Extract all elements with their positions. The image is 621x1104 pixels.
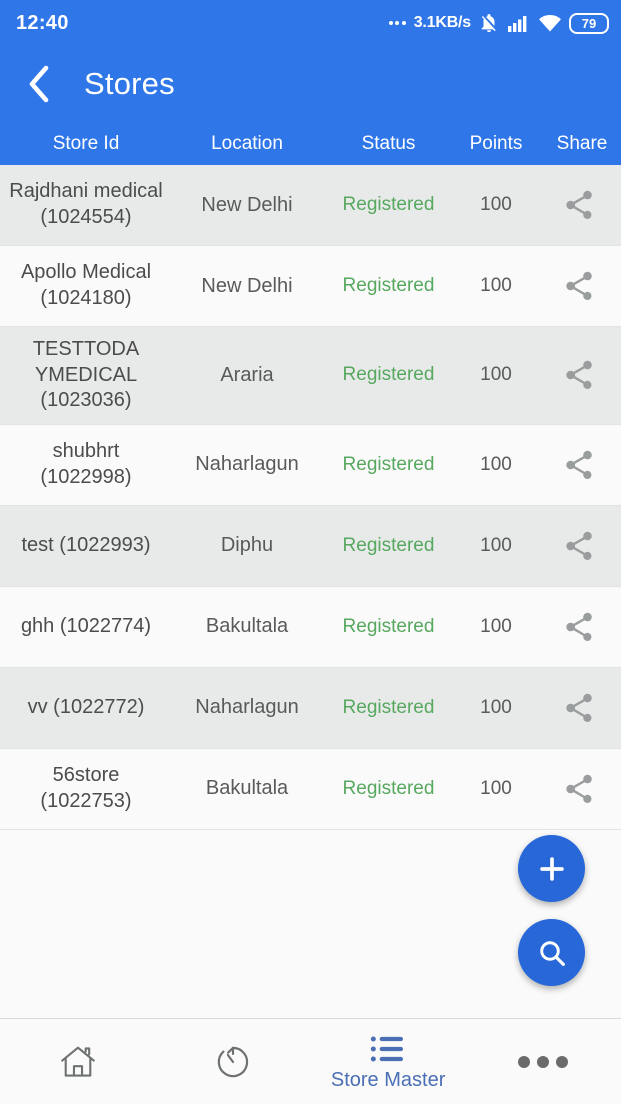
share-icon [566,531,592,560]
status-bar-icons: 3.1KB/s 79 [388,12,609,34]
cell-points: 100 [480,364,512,386]
share-button[interactable] [537,691,621,725]
share-button[interactable] [537,448,621,482]
cell-store-id: shubhrt (1022998) [40,440,132,488]
cell-points: 100 [480,453,512,475]
share-button[interactable] [537,610,621,644]
cell-store-id: vv (1022772) [27,695,145,718]
add-store-fab[interactable] [518,835,585,902]
cell-status: Registered [342,194,435,215]
column-header-status: Status [361,132,416,154]
cell-points: 100 [480,615,512,637]
bottom-navigation: Store Master [0,1018,621,1104]
cell-location: New Delhi [201,274,293,297]
cell-location: Naharlagun [195,696,299,719]
battery-icon: 79 [569,12,609,34]
nav-item-store-master[interactable]: Store Master [311,1019,466,1104]
app-bar: Stores [0,46,621,122]
cell-status: Registered [342,777,435,799]
cell-points: 100 [480,696,512,718]
cell-points: 100 [480,534,512,556]
share-button[interactable] [537,358,621,392]
cell-status: Registered [342,615,435,637]
wifi-icon [539,14,561,32]
network-speed-label: 3.1KB/s [413,14,471,31]
share-icon [566,612,592,641]
cell-points: 100 [480,194,512,215]
add-icon [539,856,564,881]
network-activity-dots-icon [388,21,406,25]
cell-store-id: ghh (1022774) [20,614,152,637]
share-icon [566,450,592,479]
status-bar-clock: 12:40 [16,11,69,34]
table-row[interactable]: vv (1022772) Naharlagun Registered 100 [0,667,621,749]
cellular-signal-icon [508,16,527,32]
nav-item-store-master-label: Store Master [330,1068,446,1091]
table-row[interactable]: shubhrt (1022998) Naharlagun Registered … [0,424,621,506]
list-icon [370,1036,404,1061]
table-row[interactable]: Rajdhani medical (1024554) New Delhi Reg… [0,165,621,246]
history-icon [217,1046,249,1077]
more-horiz-icon [518,1055,569,1068]
cell-store-id: Rajdhani medical (1024554) [9,180,163,228]
battery-level-label: 79 [581,15,597,31]
home-icon [60,1046,95,1077]
search-icon [539,940,565,966]
cell-location: Bakultala [205,615,289,638]
cell-status: Registered [342,275,435,296]
table-row[interactable]: 56store (1022753) Bakultala Registered 1… [0,748,621,830]
cell-points: 100 [480,777,512,799]
share-button[interactable] [537,772,621,806]
back-button[interactable] [18,63,60,105]
cell-location: Naharlagun [195,453,299,476]
column-header-location: Location [211,132,283,154]
back-chevron-icon [29,65,49,103]
stores-screen: 12:40 3.1KB/s 79 Stores Store Id Locatio… [0,0,621,1104]
cell-location: Araria [220,363,274,386]
cell-location: New Delhi [201,193,293,216]
cell-store-id: 56store (1022753) [40,764,132,812]
table-row[interactable]: ghh (1022774) Bakultala Registered 100 [0,586,621,668]
column-header-store-id: Store Id [52,132,120,154]
share-button[interactable] [537,188,621,222]
column-header-share: Share [556,132,608,154]
nav-item-home[interactable] [0,1019,155,1104]
share-icon [566,693,592,722]
share-button[interactable] [537,269,621,303]
table-row[interactable]: TESTTODA YMEDICAL (1023036) Araria Regis… [0,327,621,425]
cell-store-id: test (1022993) [21,533,151,556]
share-icon [566,361,592,390]
cell-status: Registered [342,696,435,718]
nav-item-more[interactable] [466,1019,621,1104]
cell-store-id: Apollo Medical (1024180) [20,261,152,309]
page-title: Stores [84,66,175,101]
cell-status: Registered [342,534,435,556]
table-row[interactable]: Apollo Medical (1024180) New Delhi Regis… [0,246,621,327]
cell-status: Registered [342,453,435,475]
cell-points: 100 [480,275,512,296]
nav-item-history[interactable] [155,1019,310,1104]
notifications-off-icon [481,14,496,33]
status-bar: 12:40 3.1KB/s 79 [0,0,621,46]
column-header-points: Points [469,132,523,154]
search-fab[interactable] [518,919,585,986]
table-column-header: Store Id Location Status Points Share [0,122,621,165]
cell-location: Diphu [220,534,274,557]
share-icon [566,774,592,803]
share-button[interactable] [537,529,621,563]
cell-location: Bakultala [205,777,289,800]
share-icon [566,190,592,220]
share-icon [566,271,592,301]
table-row[interactable]: test (1022993) Diphu Registered 100 [0,505,621,587]
cell-store-id: TESTTODA YMEDICAL (1023036) [32,338,140,412]
cell-status: Registered [342,364,435,386]
